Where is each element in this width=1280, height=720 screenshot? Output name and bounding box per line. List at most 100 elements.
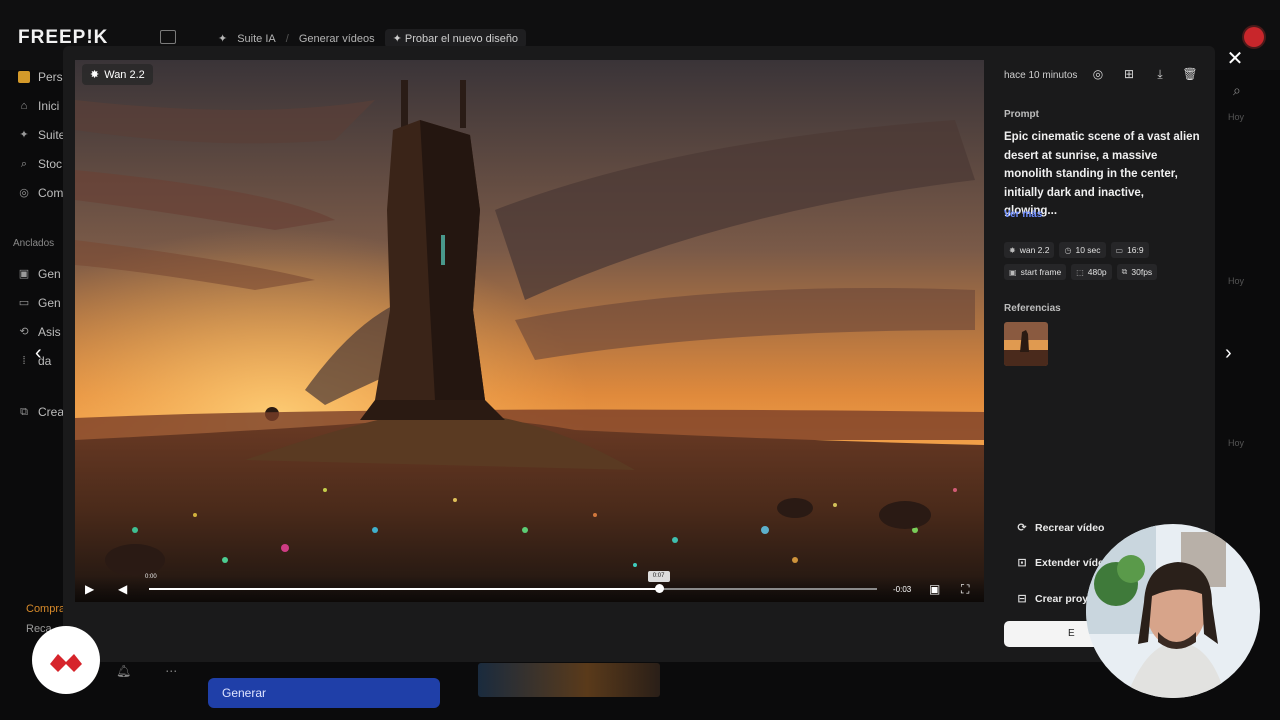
trash-icon[interactable]: 🗑︎ bbox=[1182, 66, 1198, 82]
tag-label: 30fps bbox=[1131, 267, 1153, 277]
recreate-video-button[interactable]: ⟳ Recrear vídeo bbox=[1016, 521, 1105, 535]
chevron-right-icon[interactable]: › bbox=[1225, 342, 1247, 364]
sidebar-item-home[interactable]: ⌂ Inici bbox=[18, 99, 60, 113]
tag-duration: ◷ 10 sec bbox=[1059, 242, 1106, 258]
video-player[interactable] bbox=[75, 60, 984, 602]
action-label: Crear proye bbox=[1035, 592, 1094, 605]
timestamp: hace 10 minutos bbox=[1004, 70, 1078, 81]
tag-model: ✸ wan 2.2 bbox=[1004, 242, 1055, 258]
webcam-overlay bbox=[1086, 524, 1260, 698]
copy-icon: ⧉ bbox=[20, 406, 28, 418]
volume-icon[interactable]: ◀︎ bbox=[118, 582, 127, 596]
tag-aspect-ratio: ▭ 16:9 bbox=[1110, 242, 1149, 258]
today-label: Hoy bbox=[1228, 276, 1245, 286]
refresh-icon: ⟳ bbox=[1017, 522, 1027, 534]
references-heading: Referencias bbox=[1004, 303, 1061, 314]
tag-fps: ⧉ 30fps bbox=[1116, 264, 1158, 280]
reference-image bbox=[1004, 322, 1048, 366]
image-icon: ▣ bbox=[18, 268, 30, 280]
fps-icon: ⧉ bbox=[1121, 267, 1128, 276]
search-icon[interactable]: ⌕ bbox=[1233, 82, 1241, 99]
brand-logo-mark bbox=[50, 654, 82, 672]
sidebar-item-label: Com bbox=[38, 186, 64, 200]
breadcrumb-generar-videos[interactable]: Generar vídeos bbox=[299, 33, 375, 45]
action-label: Extender víde bbox=[1035, 556, 1104, 569]
create-project-button[interactable]: ⊟ Crear proye bbox=[1016, 592, 1094, 606]
sidebar-item-label: Suite bbox=[38, 128, 66, 142]
current-time: 0:00 bbox=[145, 574, 157, 580]
user-avatar[interactable] bbox=[1244, 27, 1264, 47]
prompt-text: Epic cinematic scene of a vast alien des… bbox=[1004, 131, 1200, 217]
tag-start-frame: ▣ start frame bbox=[1004, 264, 1067, 280]
clock-icon: ◷ bbox=[1064, 245, 1072, 255]
see-more-link[interactable]: Ver más bbox=[1004, 209, 1042, 220]
tag-label: wan 2.2 bbox=[1019, 245, 1050, 255]
tag-label: 480p bbox=[1087, 267, 1107, 277]
progress-knob[interactable] bbox=[654, 584, 664, 593]
sidebar-item-label: Asis bbox=[38, 325, 61, 339]
sparkle-icon: ✦ bbox=[19, 129, 29, 141]
picture-in-picture-icon[interactable]: ▣ bbox=[929, 582, 940, 596]
bell-icon[interactable]: 🔔︎ bbox=[116, 664, 131, 678]
project-icon: ⊟ bbox=[1017, 593, 1027, 605]
breadcrumb-separator: / bbox=[285, 32, 289, 45]
tag-label: 10 sec bbox=[1075, 245, 1101, 255]
sidebar-pinned-generate-video[interactable]: ▭ Gen bbox=[18, 296, 61, 310]
tag-resolution: ⬚ 480p bbox=[1071, 264, 1112, 280]
brand-logo bbox=[32, 626, 100, 694]
tag-label: 16:9 bbox=[1127, 245, 1144, 255]
prompt-heading: Prompt bbox=[1004, 109, 1039, 120]
sidebar-item-label: Inici bbox=[38, 99, 60, 113]
folder-icon bbox=[18, 71, 30, 83]
sidebar-item-personal[interactable]: Pers bbox=[18, 70, 63, 84]
sparkle-icon: ✸ bbox=[90, 69, 100, 81]
edit-button-label: E bbox=[1068, 628, 1075, 639]
chevron-left-icon[interactable]: ‹ bbox=[35, 342, 57, 364]
sidebar-pinned-create[interactable]: ⧉ Crea bbox=[18, 405, 64, 419]
more-icon[interactable]: ⋯ bbox=[165, 664, 177, 678]
tag-label: start frame bbox=[1020, 267, 1062, 277]
globe-icon: ◎ bbox=[19, 187, 29, 199]
close-icon[interactable]: ✕ bbox=[1226, 49, 1244, 69]
sidebar-toggle-icon[interactable] bbox=[160, 30, 176, 44]
sidebar-item-community[interactable]: ◎ Com bbox=[18, 186, 63, 200]
video-icon: ▭ bbox=[18, 297, 30, 309]
new-design-label: Probar el nuevo diseño bbox=[404, 33, 519, 45]
sparkle-icon: ✦ bbox=[218, 33, 228, 45]
result-thumbnail[interactable] bbox=[478, 663, 660, 697]
sidebar-item-label: Crea bbox=[38, 405, 65, 419]
sidebar-item-stock[interactable]: ⌕ Stoc bbox=[18, 157, 62, 171]
sidebar-item-suite[interactable]: ✦ Suite bbox=[18, 128, 65, 142]
progress-bar[interactable]: 0:07 bbox=[149, 571, 877, 593]
sidebar-item-label: Pers bbox=[38, 70, 63, 84]
generation-tags: ✸ wan 2.2 ◷ 10 sec ▭ 16:9 ▣ start frame ⬚ 480… bbox=[1004, 242, 1204, 280]
search-icon: ⌕ bbox=[20, 158, 28, 170]
sidebar-item-label: Gen bbox=[38, 296, 61, 310]
assistant-icon: ⟲ bbox=[19, 326, 29, 338]
fullscreen-icon[interactable]: ⛶ bbox=[961, 582, 969, 597]
model-badge: ✸ Wan 2.2 bbox=[82, 64, 153, 85]
sidebar-pinned-generate-image[interactable]: ▣ Gen bbox=[18, 267, 61, 281]
aspect-ratio-icon: ▭ bbox=[1115, 245, 1124, 255]
pinned-heading: Anclados bbox=[13, 238, 55, 249]
generate-button[interactable]: Generar bbox=[208, 678, 440, 708]
progress-fill bbox=[149, 588, 659, 590]
extend-video-button[interactable]: ⊡ Extender víde bbox=[1016, 556, 1104, 570]
remaining-time: -0:03 bbox=[893, 585, 912, 594]
download-icon[interactable]: ⤓ bbox=[1152, 66, 1168, 82]
add-to-folder-icon[interactable]: ⊞ bbox=[1121, 66, 1137, 82]
model-badge-label: Wan 2.2 bbox=[104, 68, 145, 81]
generate-label: Generar bbox=[222, 686, 267, 700]
action-label: Recrear vídeo bbox=[1035, 521, 1105, 534]
today-label: Hoy bbox=[1228, 112, 1245, 122]
sidebar-pinned-assistant[interactable]: ⟲ Asis bbox=[18, 325, 61, 339]
grid-icon: ⁞ bbox=[22, 355, 26, 367]
image-icon: ▣ bbox=[1009, 267, 1017, 277]
globe-icon[interactable]: ◎ bbox=[1090, 66, 1106, 82]
buy-link[interactable]: Compra bbox=[26, 603, 65, 615]
home-icon: ⌂ bbox=[20, 100, 28, 112]
sidebar-item-label: Stoc bbox=[38, 157, 63, 171]
play-icon[interactable]: ▶ bbox=[85, 582, 94, 596]
breadcrumb-suite-ia[interactable]: Suite IA bbox=[237, 33, 276, 45]
reference-thumbnail[interactable] bbox=[1004, 322, 1048, 366]
